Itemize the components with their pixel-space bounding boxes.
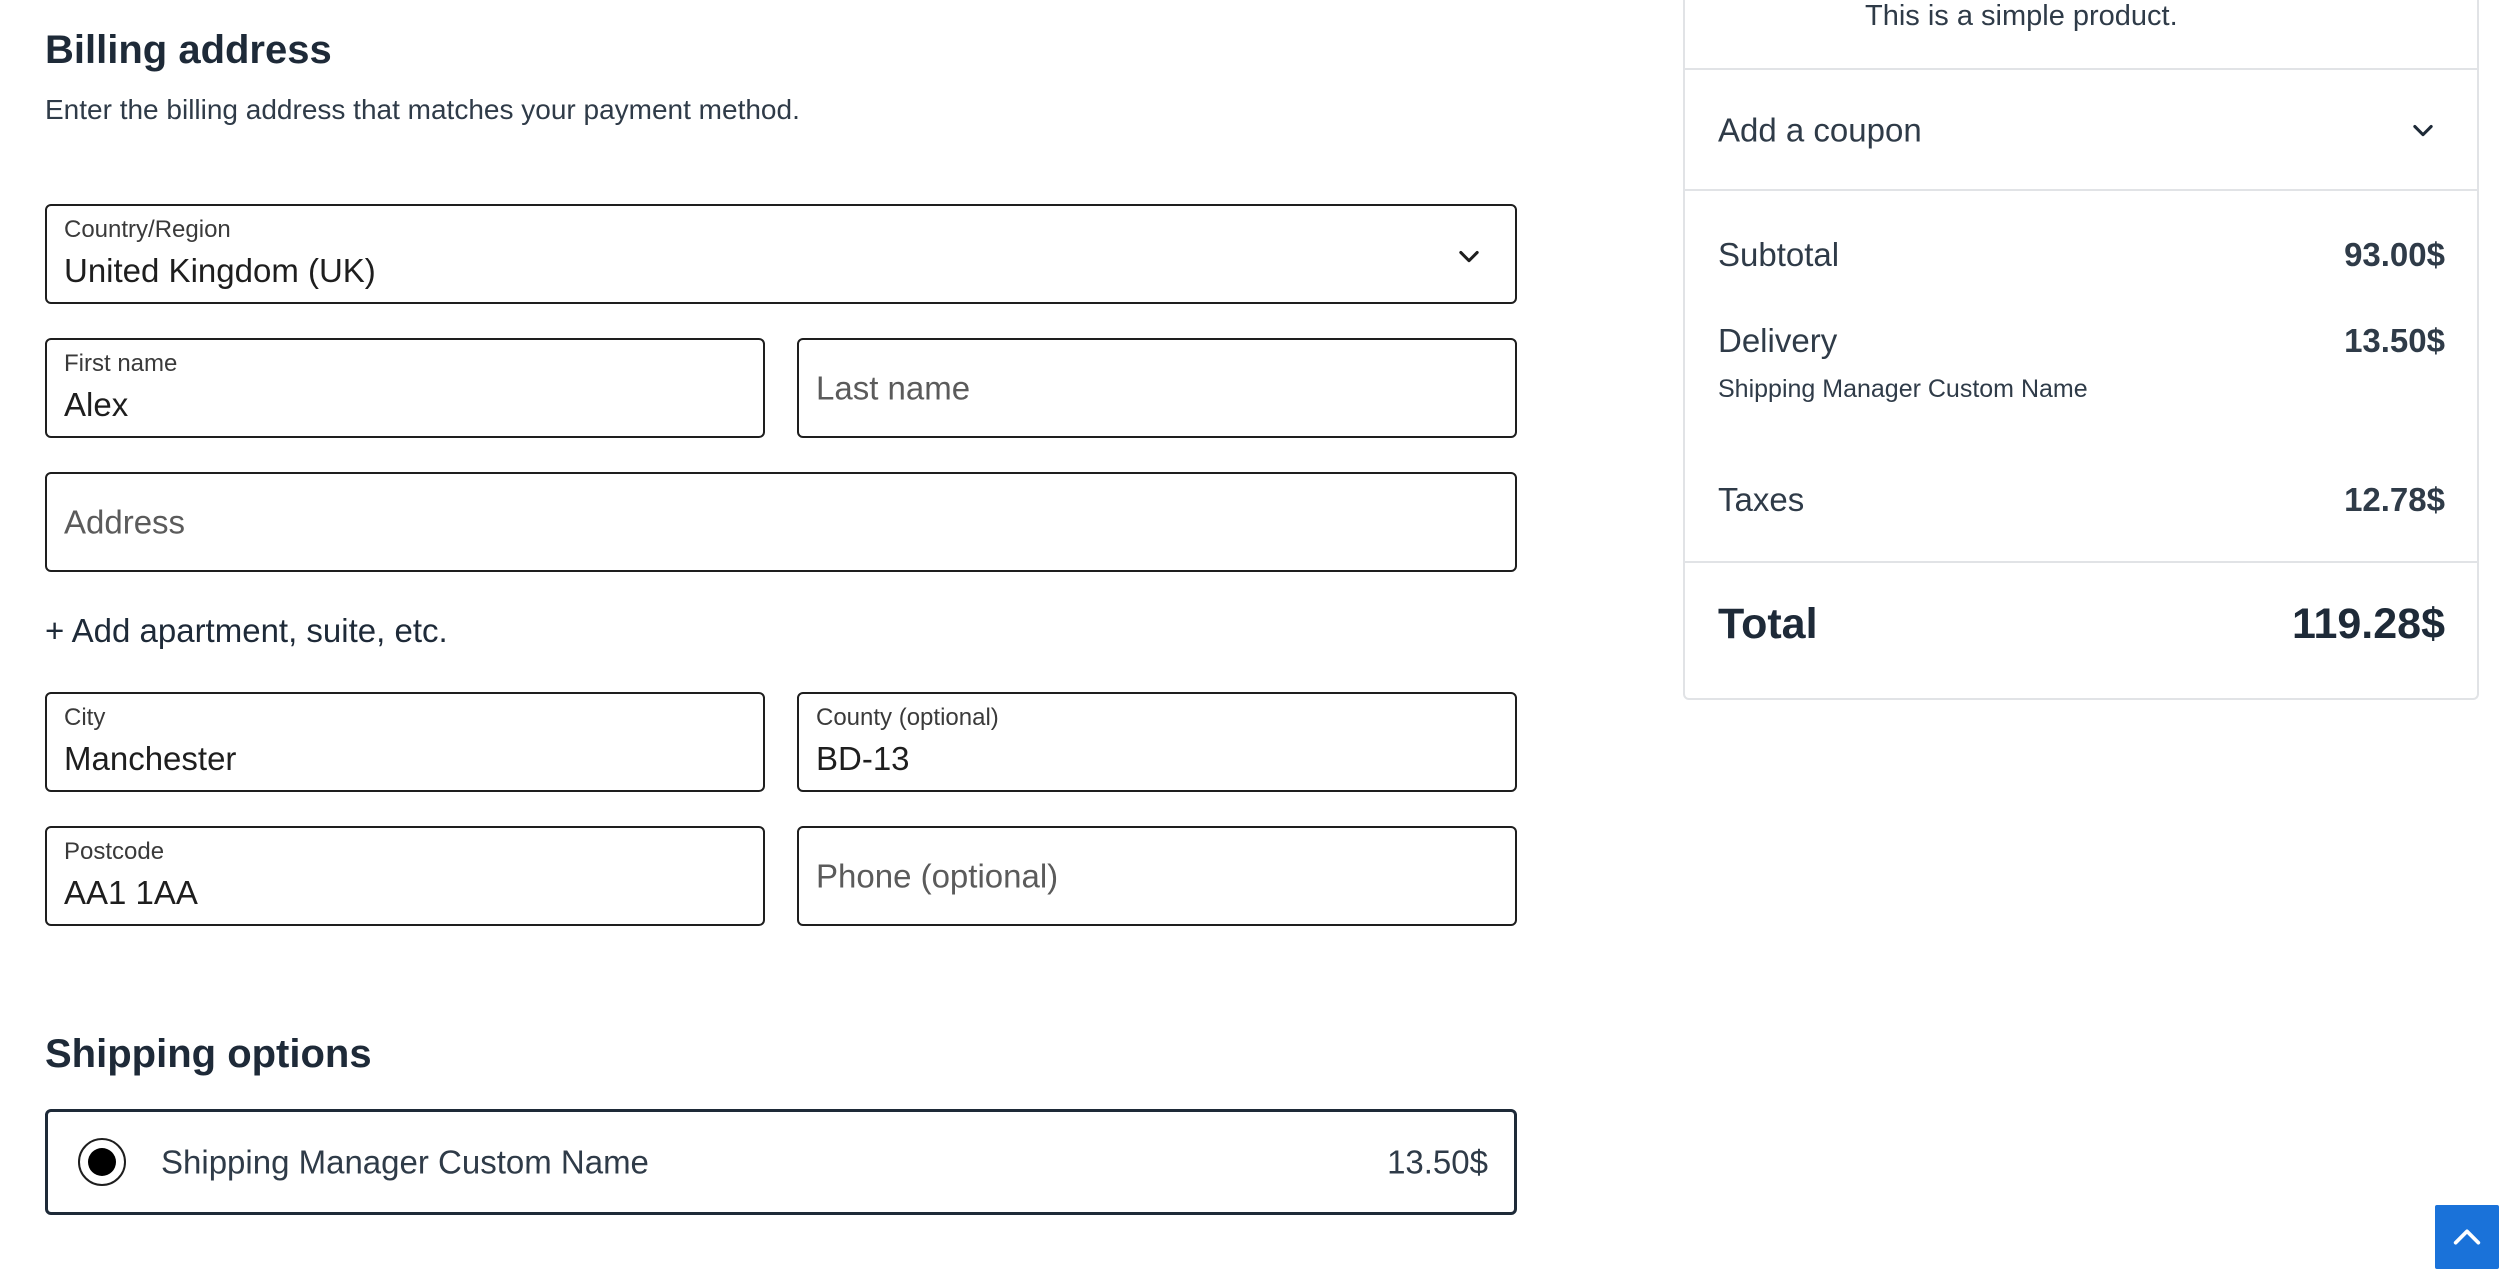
shipping-option-name: Shipping Manager Custom Name [161, 1143, 649, 1181]
add-coupon-label: Add a coupon [1718, 111, 1922, 148]
shipping-options-heading: Shipping options [45, 1032, 372, 1076]
last-name-field[interactable]: Last name [797, 338, 1517, 438]
order-summary-panel: This is a simple product. Add a coupon S… [1683, 0, 2479, 700]
county-value: BD-13 [816, 740, 910, 777]
shipping-option-price: 13.50$ [1387, 1143, 1488, 1181]
add-apartment-link[interactable]: + Add apartment, suite, etc. [45, 614, 448, 647]
back-to-top-button[interactable] [2435, 1205, 2499, 1269]
country-region-label: Country/Region [64, 216, 231, 243]
postcode-label: Postcode [64, 838, 165, 865]
phone-placeholder: Phone (optional) [816, 857, 1059, 895]
country-region-select[interactable]: Country/Region United Kingdom (UK) [45, 204, 1517, 304]
postcode-value: AA1 1AA [64, 874, 198, 911]
taxes-label: Taxes [1718, 481, 1805, 518]
postcode-field[interactable]: Postcode AA1 1AA [45, 826, 765, 926]
city-field[interactable]: City Manchester [45, 692, 765, 792]
subtotal-value: 93.00$ [2344, 236, 2445, 273]
first-name-label: First name [64, 350, 178, 377]
total-value: 119.28$ [2291, 600, 2445, 648]
add-coupon-toggle[interactable]: Add a coupon [1685, 70, 2477, 189]
billing-address-description: Enter the billing address that matches y… [45, 94, 800, 125]
taxes-value: 12.78$ [2344, 481, 2445, 518]
summary-divider [1685, 561, 2477, 563]
address-field[interactable]: Address [45, 472, 1517, 572]
chevron-down-icon [2413, 124, 2433, 136]
summary-divider [1685, 189, 2477, 191]
city-label: City [64, 704, 106, 731]
country-region-value: United Kingdom (UK) [64, 252, 376, 289]
total-label: Total [1718, 600, 1818, 648]
first-name-field[interactable]: First name Alex [45, 338, 765, 438]
radio-selected-dot [88, 1148, 116, 1176]
chevron-down-icon [1459, 250, 1479, 263]
city-value: Manchester [64, 740, 237, 777]
first-name-value: Alex [64, 386, 129, 423]
county-field[interactable]: County (optional) BD-13 [797, 692, 1517, 792]
shipping-option-row[interactable]: Shipping Manager Custom Name 13.50$ [45, 1109, 1517, 1215]
county-label: County (optional) [816, 704, 999, 731]
product-description: This is a simple product. [1865, 0, 2178, 32]
billing-address-heading: Billing address [45, 28, 332, 72]
shipping-option-radio[interactable] [78, 1138, 126, 1186]
address-placeholder: Address [64, 503, 186, 541]
phone-field[interactable]: Phone (optional) [797, 826, 1517, 926]
chevron-up-icon [2453, 1229, 2481, 1245]
delivery-value: 13.50$ [2344, 322, 2445, 359]
subtotal-label: Subtotal [1718, 236, 1840, 273]
last-name-placeholder: Last name [816, 369, 971, 407]
delivery-label: Delivery [1718, 322, 1838, 359]
delivery-method: Shipping Manager Custom Name [1718, 375, 2088, 403]
